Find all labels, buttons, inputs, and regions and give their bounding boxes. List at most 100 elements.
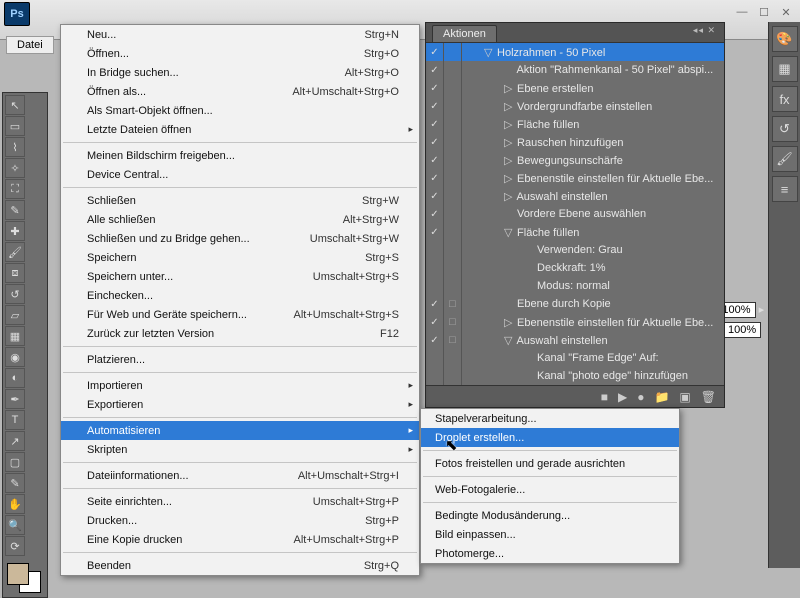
color-panel-icon[interactable]: 🎨 — [772, 26, 798, 52]
submenu-item[interactable]: Stapelverarbeitung... — [421, 409, 679, 428]
tool-brush[interactable]: 🖌 — [5, 242, 25, 262]
action-row[interactable]: Ebene durch Kopie — [426, 295, 724, 313]
action-row[interactable]: ▽ Holzrahmen - 50 Pixel — [426, 43, 724, 61]
submenu-item[interactable]: Web-Fotogalerie... — [421, 480, 679, 499]
action-row[interactable]: Deckkraft: 1% — [426, 259, 724, 277]
foreground-color[interactable] — [7, 563, 29, 585]
app-badge: Ps — [4, 2, 30, 26]
tool-rotate[interactable]: ⟳ — [5, 536, 25, 556]
action-row[interactable]: ▷ Rauschen hinzufügen — [426, 133, 724, 151]
menu-item[interactable]: Als Smart-Objekt öffnen... — [61, 101, 419, 120]
menu-item[interactable]: Meinen Bildschirm freigeben... — [61, 146, 419, 165]
play-icon[interactable]: ▶ — [618, 390, 627, 404]
close-icon[interactable]: ✕ — [778, 6, 794, 19]
menu-item[interactable]: Importieren — [61, 376, 419, 395]
color-swatch[interactable] — [5, 561, 43, 595]
tool-gradient[interactable]: ▦ — [5, 326, 25, 346]
new-action-icon[interactable]: ▣ — [679, 390, 690, 404]
file-menu: Neu...Strg+NÖffnen...Strg+OIn Bridge suc… — [60, 24, 420, 576]
tool-hand[interactable]: ✋ — [5, 494, 25, 514]
submenu-item[interactable]: Photomerge... — [421, 544, 679, 563]
tool-move[interactable]: ↖ — [5, 95, 25, 115]
minimize-icon[interactable]: — — [734, 6, 750, 19]
styles-panel-icon[interactable]: fx — [772, 86, 798, 112]
tool-stamp[interactable]: ⧈ — [5, 263, 25, 283]
action-row[interactable]: Aktion "Rahmenkanal - 50 Pixel" abspi... — [426, 61, 724, 79]
file-menu-button[interactable]: Datei — [6, 36, 54, 54]
tool-marquee[interactable]: ▭ — [5, 116, 25, 136]
action-row[interactable]: ▷ Ebenenstile einstellen für Aktuelle Eb… — [426, 313, 724, 331]
menu-item[interactable]: Öffnen als...Alt+Umschalt+Strg+O — [61, 82, 419, 101]
tool-type[interactable]: T — [5, 410, 25, 430]
menu-item[interactable]: Alle schließenAlt+Strg+W — [61, 210, 419, 229]
menu-item[interactable]: Device Central... — [61, 165, 419, 184]
tool-notes[interactable]: ✎ — [5, 473, 25, 493]
action-row[interactable]: ▷ Ebene erstellen — [426, 79, 724, 97]
fill-value[interactable]: 100% — [723, 322, 761, 338]
actions-list: ▽ Holzrahmen - 50 Pixel Aktion "Rahmenka… — [426, 43, 724, 385]
maximize-icon[interactable]: ☐ — [756, 6, 772, 19]
action-row[interactable]: Verwenden: Grau — [426, 241, 724, 259]
menu-item[interactable]: Für Web und Geräte speichern...Alt+Umsch… — [61, 305, 419, 324]
menu-item[interactable]: Neu...Strg+N — [61, 25, 419, 44]
action-row[interactable]: Kanal "Frame Edge" Auf: — [426, 349, 724, 367]
menu-item[interactable]: In Bridge suchen...Alt+Strg+O — [61, 63, 419, 82]
tool-eraser[interactable]: ▱ — [5, 305, 25, 325]
menu-item[interactable]: Automatisieren — [61, 421, 419, 440]
swatches-panel-icon[interactable]: ▦ — [772, 56, 798, 82]
action-row[interactable]: ▷ Ebenenstile einstellen für Aktuelle Eb… — [426, 169, 724, 187]
stop-icon[interactable]: ■ — [601, 390, 608, 404]
action-row[interactable]: Vordere Ebene auswählen — [426, 205, 724, 223]
action-row[interactable]: ▽ Fläche füllen — [426, 223, 724, 241]
submenu-item[interactable]: Fotos freistellen und gerade ausrichten — [421, 454, 679, 473]
tool-shape[interactable]: ▢ — [5, 452, 25, 472]
new-folder-icon[interactable]: 📁 — [654, 390, 669, 404]
menu-item[interactable]: Zurück zur letzten VersionF12 — [61, 324, 419, 343]
history-panel-icon[interactable]: ↺ — [772, 116, 798, 142]
window-controls[interactable]: — ☐ ✕ — [734, 6, 794, 19]
menu-item[interactable]: Eine Kopie druckenAlt+Umschalt+Strg+P — [61, 530, 419, 549]
tool-path[interactable]: ↗ — [5, 431, 25, 451]
submenu-item[interactable]: Bedingte Modusänderung... — [421, 506, 679, 525]
action-row[interactable]: ▷ Bewegungsunschärfe — [426, 151, 724, 169]
menu-item[interactable]: Drucken...Strg+P — [61, 511, 419, 530]
layers-panel-icon[interactable]: ≡ — [772, 176, 798, 202]
menu-item[interactable]: Öffnen...Strg+O — [61, 44, 419, 63]
action-row[interactable]: ▽ Auswahl einstellen — [426, 331, 724, 349]
tool-zoom[interactable]: 🔍 — [5, 515, 25, 535]
tab-aktionen[interactable]: Aktionen — [432, 25, 497, 42]
brushes-panel-icon[interactable]: 🖌 — [772, 146, 798, 172]
tool-lasso[interactable]: ⌇ — [5, 137, 25, 157]
trash-icon[interactable]: 🗑 — [701, 390, 716, 404]
record-icon[interactable]: ● — [637, 390, 644, 404]
panel-collapse-icon[interactable]: ◂◂ ✕ — [693, 25, 716, 36]
menu-item[interactable]: Dateiinformationen...Alt+Umschalt+Strg+I — [61, 466, 419, 485]
action-row[interactable]: ▷ Fläche füllen — [426, 115, 724, 133]
action-row[interactable]: ▷ Auswahl einstellen — [426, 187, 724, 205]
tool-crop[interactable]: ⛶ — [5, 179, 25, 199]
tool-blur[interactable]: ◉ — [5, 347, 25, 367]
tool-pen[interactable]: ✒ — [5, 389, 25, 409]
tool-wand[interactable]: ✧ — [5, 158, 25, 178]
menu-item[interactable]: Exportieren — [61, 395, 419, 414]
tool-history[interactable]: ↺ — [5, 284, 25, 304]
menu-item[interactable]: BeendenStrg+Q — [61, 556, 419, 575]
menu-item[interactable]: SchließenStrg+W — [61, 191, 419, 210]
tool-dodge[interactable]: ◐ — [5, 368, 25, 388]
action-row[interactable]: Modus: normal — [426, 277, 724, 295]
tool-healing[interactable]: ✚ — [5, 221, 25, 241]
tool-eyedropper[interactable]: ✎ — [5, 200, 25, 220]
menu-item[interactable]: Letzte Dateien öffnen — [61, 120, 419, 139]
menu-item[interactable]: Einchecken... — [61, 286, 419, 305]
menu-item[interactable]: Speichern unter...Umschalt+Strg+S — [61, 267, 419, 286]
menu-item[interactable]: Seite einrichten...Umschalt+Strg+P — [61, 492, 419, 511]
action-row[interactable]: ▷ Vordergrundfarbe einstellen — [426, 97, 724, 115]
menu-item[interactable]: Platzieren... — [61, 350, 419, 369]
submenu-item[interactable]: Bild einpassen... — [421, 525, 679, 544]
submenu-item[interactable]: Droplet erstellen... — [421, 428, 679, 447]
action-row[interactable]: Kanal "photo edge" hinzufügen — [426, 367, 724, 385]
menu-item[interactable]: Skripten — [61, 440, 419, 459]
menu-item[interactable]: Schließen und zu Bridge gehen...Umschalt… — [61, 229, 419, 248]
menu-item[interactable]: SpeichernStrg+S — [61, 248, 419, 267]
menu-arrow-icon[interactable]: ▸ — [759, 304, 765, 316]
